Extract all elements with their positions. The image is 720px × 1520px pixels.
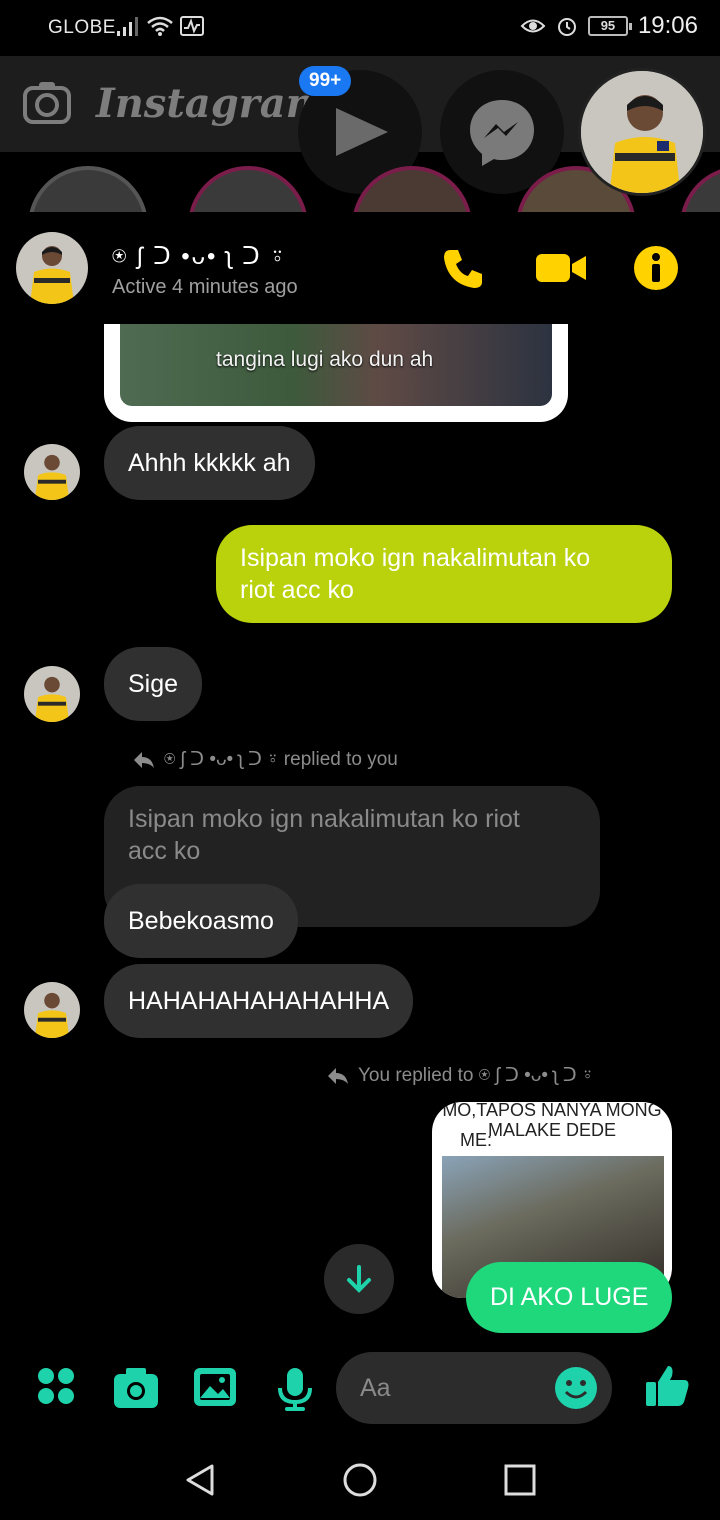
reply-indicator: You replied to ⍟ ʃ ᑐ •ᴗ• ʅ ᑐ ⍤ <box>326 1064 593 1087</box>
meme-text-line: MO,TAPOS NANYA MONG <box>442 1102 662 1120</box>
signal-icon <box>117 17 138 36</box>
sender-avatar[interactable] <box>24 444 80 500</box>
camera-icon[interactable] <box>22 80 72 126</box>
carrier-label: GLOBE <box>48 17 116 38</box>
activity-icon <box>180 16 204 36</box>
image-caption: tangina lugi ako dun ah <box>216 348 434 371</box>
gallery-icon[interactable] <box>192 1366 238 1408</box>
instagram-logo: Instagram <box>96 80 328 127</box>
emoji-icon[interactable] <box>554 1366 598 1410</box>
story-bubble[interactable] <box>28 166 148 212</box>
quoted-line: Isipan moko ign nakalimutan ko riot <box>128 805 520 833</box>
chat-header: ⍟ ʃ ᑐ •ᴗ• ʅ ᑐ ⍤ Active 4 minutes ago <box>0 212 720 324</box>
recents-button[interactable] <box>502 1462 538 1498</box>
notification-badge: 99+ <box>299 66 352 96</box>
incoming-message[interactable]: Bebekoasmo <box>104 884 298 958</box>
message-input-placeholder: Aa <box>360 1374 391 1402</box>
status-icons-left <box>116 15 204 37</box>
phone-call-icon[interactable] <box>440 244 488 292</box>
scroll-to-bottom-button[interactable] <box>324 1244 394 1314</box>
message-composer: Aa <box>0 1344 720 1434</box>
battery-indicator: 95 <box>587 16 632 36</box>
contact-status: Active 4 minutes ago <box>112 276 298 298</box>
video-call-icon[interactable] <box>534 244 588 292</box>
reply-indicator: ⍟ ʃ ᑐ •ᴗ• ʅ ᑐ ⍤ replied to you <box>132 748 398 771</box>
incoming-message[interactable]: Sige <box>104 647 203 721</box>
home-button[interactable] <box>342 1462 378 1498</box>
status-icons-right: 95 19:06 <box>520 12 698 40</box>
microphone-icon[interactable] <box>276 1366 314 1412</box>
avatar-image <box>16 232 88 304</box>
story-bubble[interactable] <box>188 166 308 212</box>
thumbs-up-icon[interactable] <box>644 1362 692 1410</box>
avatar-image <box>581 71 703 193</box>
message-input[interactable]: Aa <box>336 1352 612 1424</box>
arrow-down-icon <box>347 1265 371 1293</box>
message-list[interactable]: tangina lugi ako dun ah Ahhh kkkkk ah Is… <box>0 324 720 1344</box>
reply-arrow-icon <box>328 1067 348 1084</box>
quoted-line: acc ko <box>128 837 201 865</box>
alarm-icon <box>557 18 576 36</box>
sender-avatar[interactable] <box>24 666 80 722</box>
avatar-image <box>24 982 80 1038</box>
message-line: Isipan moko ign nakalimutan ko <box>240 544 591 572</box>
incoming-message[interactable]: HAHAHAHAHAHAHHA <box>104 964 414 1038</box>
status-bar: GLOBE 95 19:06 <box>0 0 720 56</box>
shared-image: tangina lugi ako dun ah <box>120 324 552 406</box>
clock: 19:06 <box>637 12 698 39</box>
avatar-image <box>24 444 80 500</box>
camera-icon[interactable] <box>112 1366 160 1410</box>
contact-avatar[interactable] <box>16 232 88 304</box>
outgoing-message[interactable]: Isipan moko ign nakalimutan ko riot acc … <box>216 525 672 623</box>
eye-icon <box>520 19 546 33</box>
sender-avatar[interactable] <box>24 982 80 1038</box>
info-icon[interactable] <box>632 244 680 292</box>
meme-label: ME: <box>460 1130 493 1150</box>
avatar-image <box>24 666 80 722</box>
chat-head-avatar[interactable] <box>578 68 706 196</box>
contact-name[interactable]: ⍟ ʃ ᑐ •ᴗ• ʅ ᑐ ⍤ <box>112 242 287 271</box>
outgoing-message[interactable]: DI AKO LUGE <box>466 1262 673 1333</box>
system-navigation-bar <box>0 1434 720 1520</box>
message-line: riot acc ko <box>240 576 354 604</box>
incoming-message[interactable]: Ahhh kkkkk ah <box>104 426 315 500</box>
reply-indicator-text: ⍟ ʃ ᑐ •ᴗ• ʅ ᑐ ⍤ replied to you <box>164 749 398 770</box>
story-bubble[interactable] <box>352 166 472 212</box>
reply-arrow-icon <box>134 751 154 768</box>
reply-indicator-text: You replied to ⍟ ʃ ᑐ •ᴗ• ʅ ᑐ ⍤ <box>358 1065 594 1086</box>
shared-image-message[interactable]: tangina lugi ako dun ah <box>104 324 568 422</box>
wifi-icon <box>147 16 173 36</box>
more-actions-icon[interactable] <box>36 1366 76 1406</box>
back-button[interactable] <box>182 1462 218 1498</box>
